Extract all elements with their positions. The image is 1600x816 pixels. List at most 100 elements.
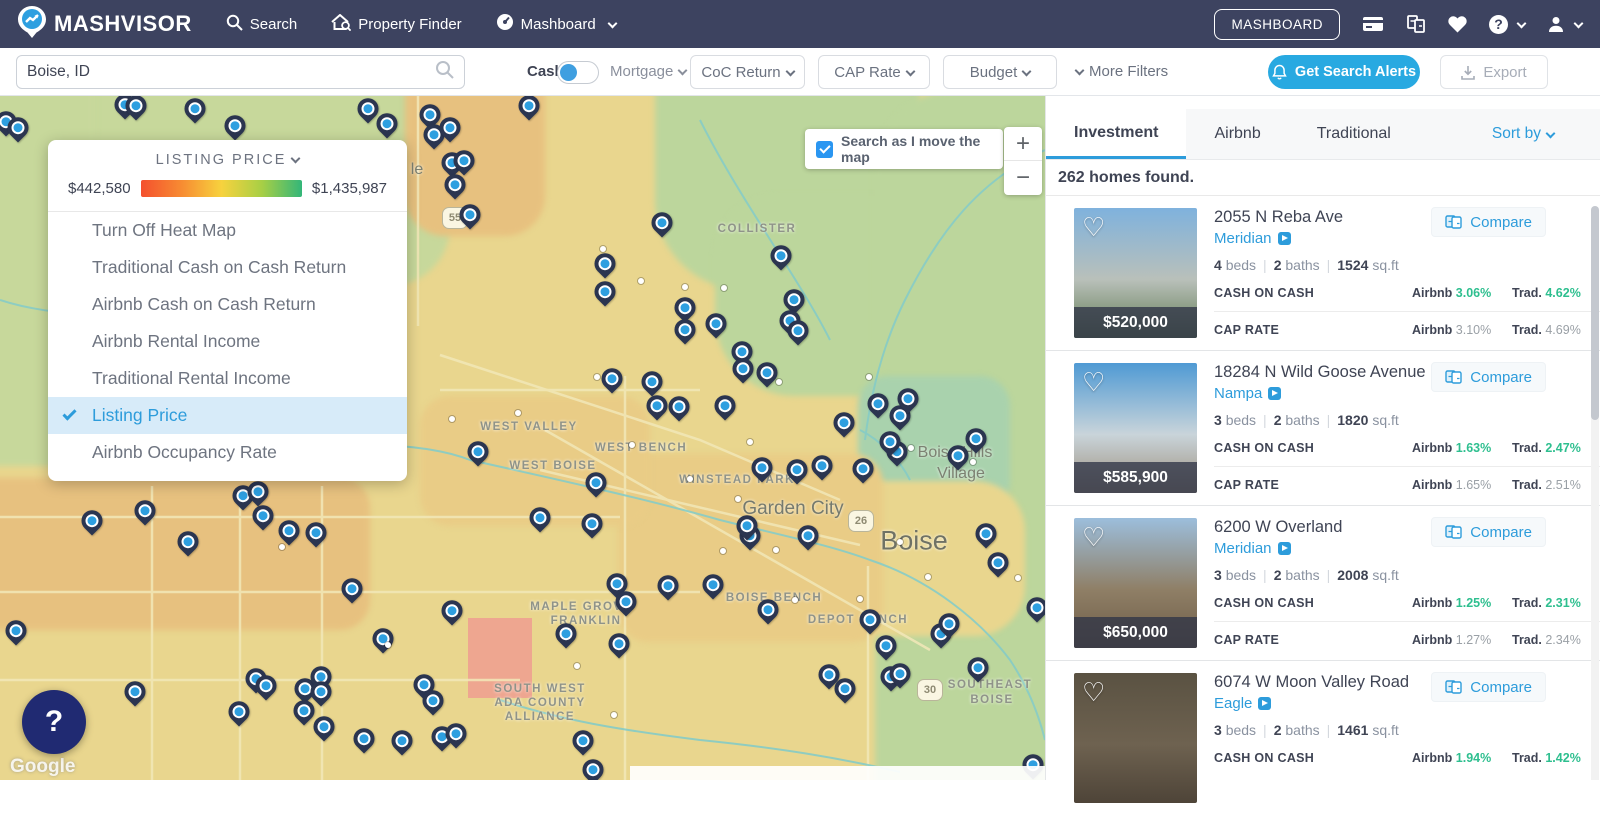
nav-menu: Search Property Finder Mashboard [226,13,618,35]
search-icon[interactable] [435,60,454,84]
heart-icon[interactable] [1448,15,1467,33]
compare-button[interactable]: Compare [1431,672,1546,702]
map-dot-marker[interactable] [385,642,391,648]
mashboard-button[interactable]: MASHBOARD [1214,8,1340,40]
zoom-in-button[interactable]: + [1004,127,1042,161]
map-dot-marker[interactable] [857,596,863,602]
mortgage-dropdown[interactable]: Mortgage [610,63,688,80]
sort-by-dropdown[interactable]: Sort by [1492,109,1556,159]
map-dot-marker[interactable] [687,476,693,482]
favorite-heart-icon[interactable]: ♡ [1082,677,1105,708]
location-search-box[interactable] [16,55,465,89]
scrollbar-thumb[interactable] [1591,206,1599,420]
zoom-out-button[interactable]: − [1004,161,1042,195]
tab-airbnb[interactable]: Airbnb [1186,109,1288,159]
chevron-down-icon [607,18,618,28]
top-navbar: MASHVISOR Search Property Finder Mashboa… [0,0,1600,48]
map-label: le [410,161,424,178]
favorite-heart-icon[interactable]: ♡ [1082,212,1105,243]
help-menu[interactable]: ? [1489,14,1527,34]
map-dot-marker[interactable] [908,445,914,451]
heatmap-option[interactable]: Traditional Cash on Cash Return [48,249,407,286]
compare-pages-icon[interactable] [1406,14,1426,34]
map-dot-marker[interactable] [970,459,976,465]
map-dot-marker[interactable] [629,442,635,448]
account-menu[interactable] [1547,15,1584,33]
budget-dropdown[interactable]: Budget [943,55,1057,89]
nav-item-search-label: Search [249,15,298,33]
map-dot-marker[interactable] [721,285,727,291]
property-card[interactable]: ♡ $650,000 6200 W Overland Meridian 3 be… [1046,506,1600,661]
map-dot-marker[interactable] [279,544,285,550]
nav-item-search[interactable]: Search [226,14,298,35]
google-attribution: Google [10,756,76,777]
map-dot-marker[interactable] [449,416,455,422]
heatmap-option[interactable]: Turn Off Heat Map [48,212,407,249]
results-scrollbar[interactable] [1591,206,1599,780]
property-photo[interactable]: ♡ $520,000 [1074,208,1197,338]
heatmap-selector-panel: LISTING PRICE $442,580 $1,435,987 Turn O… [48,140,407,481]
tab-investment[interactable]: Investment [1046,109,1187,159]
more-filters-button[interactable]: More Filters [1074,63,1168,80]
heatmap-option[interactable]: Airbnb Occupancy Rate [48,434,407,471]
map-dot-marker[interactable] [600,246,606,252]
property-photo[interactable]: ♡ [1074,673,1197,803]
map-dot-marker[interactable] [720,548,726,554]
heatmap-title-dropdown[interactable]: LISTING PRICE [68,152,387,168]
property-card[interactable]: ♡ $520,000 2055 N Reba Ave Meridian 4 be… [1046,196,1600,351]
search-as-move-checkbox[interactable] [816,140,833,158]
favorite-heart-icon[interactable]: ♡ [1082,367,1105,398]
map-dot-marker[interactable] [792,597,798,603]
coc-return-dropdown[interactable]: CoC Return [690,55,805,89]
heatmap-option[interactable]: Traditional Rental Income [48,360,407,397]
property-price: $650,000 [1074,617,1197,648]
map-dot-marker[interactable] [1015,575,1021,581]
heatmap-option[interactable]: Listing Price [48,397,407,434]
property-photo[interactable]: ♡ $585,900 [1074,363,1197,493]
map-label: WEST VALLEY [480,421,578,433]
compare-button[interactable]: Compare [1431,517,1546,547]
property-card[interactable]: ♡ $585,900 18284 N Wild Goose Avenue Nam… [1046,351,1600,506]
map-zoom-control: + − [1004,127,1042,195]
tab-traditional[interactable]: Traditional [1289,109,1419,159]
heatmap-option[interactable]: Airbnb Cash on Cash Return [48,286,407,323]
toggle-knob [560,64,577,81]
property-photo[interactable]: ♡ $650,000 [1074,518,1197,648]
map-dot-marker[interactable] [574,663,580,669]
heatmap-min-price: $442,580 [68,180,131,197]
map-dot-marker[interactable] [594,374,600,380]
get-search-alerts-button[interactable]: Get Search Alerts [1268,55,1420,89]
cap-rate-dropdown[interactable]: CAP Rate [818,55,930,89]
nav-item-mashboard[interactable]: Mashboard [496,13,618,35]
map-dot-marker[interactable] [611,712,617,718]
export-button[interactable]: Export [1440,55,1548,89]
map-dot-marker[interactable] [776,379,782,385]
compare-button[interactable]: Compare [1431,207,1546,237]
property-card[interactable]: ♡ 6074 W Moon Valley Road Eagle 3 beds | 2… [1046,661,1600,816]
map-label: WINSTEAD PARK [679,474,795,486]
location-search-input[interactable] [27,63,435,81]
billing-card-icon[interactable] [1362,16,1384,32]
map-dot-marker[interactable] [747,439,753,445]
heatmap-option[interactable]: Airbnb Rental Income [48,323,407,360]
cash-on-cash-row: CASH ON CASH Airbnb 3.06% Trad. 4.62% [1214,286,1581,300]
results-panel: Investment Airbnb Traditional Sort by 26… [1045,96,1600,803]
property-specs: 3 beds | 2 baths | 1820 sq.ft [1214,412,1399,428]
map-label: DEPOT BENCH [807,614,909,626]
map-dot-marker[interactable] [897,539,903,545]
map-canvas[interactable]: COLLISTER le WEST VALLEY WEST BENCH WEST BOI… [0,96,1045,780]
help-button[interactable]: ? [22,690,86,754]
map-dot-marker[interactable] [925,574,931,580]
map-dot-marker[interactable] [866,374,872,380]
map-dot-marker[interactable] [638,278,644,284]
nav-item-property-finder[interactable]: Property Finder [331,13,462,35]
map-dot-marker[interactable] [773,547,779,553]
map-dot-marker[interactable] [735,496,741,502]
brand-logo[interactable]: MASHVISOR [18,5,192,43]
map-dot-marker[interactable] [515,410,521,416]
compare-button[interactable]: Compare [1431,362,1546,392]
cash-mortgage-toggle[interactable] [557,61,599,84]
nav-right-cluster: MASHBOARD ? [1214,8,1584,40]
map-dot-marker[interactable] [682,284,688,290]
favorite-heart-icon[interactable]: ♡ [1082,522,1105,553]
